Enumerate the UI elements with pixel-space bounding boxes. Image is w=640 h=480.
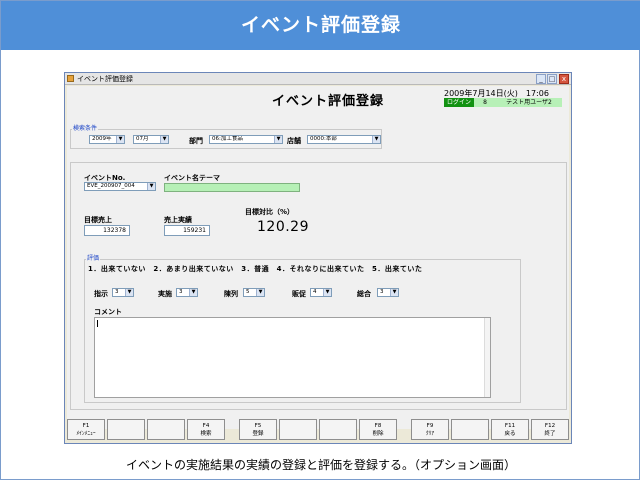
fkey-label: 検索: [200, 431, 212, 437]
chevron-down-icon: ▼: [116, 136, 124, 143]
chevron-down-icon: ▼: [323, 289, 331, 296]
actual-sales-field[interactable]: 159231: [164, 225, 210, 236]
eval-label-overall: 総合: [357, 290, 371, 298]
event-name-label: イベント名テーマ: [164, 174, 220, 182]
chevron-down-icon: ▼: [274, 136, 282, 143]
actual-sales-label: 売上実績: [164, 216, 192, 224]
chevron-down-icon: ▼: [125, 289, 133, 296]
eval-select-promotion[interactable]: 4 ▼: [310, 288, 332, 297]
form-title: イベント評価登録: [272, 94, 385, 109]
evaluation-legend: 評価: [86, 253, 101, 262]
banner-title: イベント評価登録: [1, 1, 640, 50]
comment-scrollbar[interactable]: [484, 318, 490, 397]
store-label: 店舗: [287, 137, 301, 145]
year-select[interactable]: 2009年 ▼: [89, 135, 125, 144]
eval-select-instruction[interactable]: 3 ▼: [112, 288, 134, 297]
fkey-label: 登録: [252, 431, 264, 437]
month-value: 07月: [136, 136, 149, 142]
fkey-f1-main-menu-button[interactable]: F1 ﾒｲﾝﾒﾆｭｰ: [67, 419, 105, 440]
event-no-value: EVE_200907_004: [87, 183, 135, 189]
function-key-bar: F1 ﾒｲﾝﾒﾆｭｰ F4 検索 F5 登録 F8 削除 F9 ｸﾘｱ F11 戻る F12…: [67, 419, 569, 441]
year-value: 2009年: [92, 136, 112, 142]
comment-textarea[interactable]: [94, 317, 491, 398]
eval-value: 5: [246, 289, 250, 295]
fkey-label: 戻る: [504, 431, 516, 437]
event-name-field[interactable]: [164, 183, 300, 192]
eval-value: 3: [179, 289, 183, 295]
login-user: テスト用ユーザ2: [496, 98, 562, 107]
dept-select[interactable]: 06:加工食品 ▼: [209, 135, 283, 144]
login-label: ログイン: [444, 98, 474, 107]
fkey-blank-button[interactable]: [451, 419, 489, 440]
maximize-button[interactable]: □: [547, 74, 557, 84]
fkey-label: 終了: [544, 431, 556, 437]
close-button[interactable]: x: [559, 74, 569, 84]
event-no-select[interactable]: EVE_200907_004 ▼: [84, 182, 156, 191]
eval-value: 4: [313, 289, 317, 295]
target-sales-label: 目標売上: [84, 216, 112, 224]
app-window: イベント評価登録 _ □ x イベント評価登録 2009年7月14日(火) 17…: [64, 72, 572, 444]
text-caret: [97, 320, 98, 327]
ratio-value: 120.29: [257, 219, 309, 235]
fkey-f5-register-button[interactable]: F5 登録: [239, 419, 277, 440]
fkey-code: F11: [504, 423, 516, 429]
evaluation-scale: 1．出来ていない 2．あまり出来ていない 3．普通 4．それなりに出来ていた 5…: [88, 265, 423, 273]
fkey-code: F9: [426, 423, 434, 429]
fkey-label: ﾒｲﾝﾒﾆｭｰ: [76, 431, 96, 437]
chevron-down-icon: ▼: [147, 183, 155, 190]
fkey-f4-search-button[interactable]: F4 検索: [187, 419, 225, 440]
eval-select-overall[interactable]: 3 ▼: [377, 288, 399, 297]
fkey-blank-button[interactable]: [279, 419, 317, 440]
month-select[interactable]: 07月 ▼: [133, 135, 169, 144]
form-body: イベント評価登録 2009年7月14日(火) 17:06 ログイン 8 テスト用…: [67, 86, 569, 429]
comment-label: コメント: [94, 308, 122, 316]
fkey-blank-button[interactable]: [107, 419, 145, 440]
target-sales-field[interactable]: 132378: [84, 225, 130, 236]
eval-select-display[interactable]: 5 ▼: [243, 288, 265, 297]
fkey-blank-button[interactable]: [319, 419, 357, 440]
fkey-code: F4: [202, 423, 210, 429]
dept-label: 部門: [189, 137, 203, 145]
fkey-blank-button[interactable]: [147, 419, 185, 440]
chevron-down-icon: ▼: [372, 136, 380, 143]
eval-label-promotion: 販促: [292, 290, 306, 298]
eval-label-display: 陳列: [224, 290, 238, 298]
eval-value: 3: [115, 289, 119, 295]
app-icon: [67, 75, 74, 82]
store-value: 0000:本部: [310, 136, 337, 142]
fkey-f8-delete-button[interactable]: F8 削除: [359, 419, 397, 440]
fkey-f11-back-button[interactable]: F11 戻る: [491, 419, 529, 440]
fkey-code: F12: [544, 423, 556, 429]
slide-caption: イベントの実施結果の実績の登録と評価を登録する。（オプション画面）: [125, 458, 516, 472]
eval-label-execution: 実施: [158, 290, 172, 298]
store-select[interactable]: 0000:本部 ▼: [307, 135, 381, 144]
fkey-label: 削除: [372, 431, 384, 437]
chevron-down-icon: ▼: [189, 289, 197, 296]
chevron-down-icon: ▼: [390, 289, 398, 296]
window-title: イベント評価登録: [77, 75, 133, 83]
ratio-label: 目標対比（%）: [245, 208, 295, 216]
eval-value: 3: [380, 289, 384, 295]
fkey-f12-exit-button[interactable]: F12 終了: [531, 419, 569, 440]
chevron-down-icon: ▼: [256, 289, 264, 296]
search-legend: 検索条件: [72, 123, 99, 132]
login-id: 8: [474, 98, 496, 107]
window-titlebar[interactable]: イベント評価登録 _ □ x: [65, 73, 571, 85]
fkey-code: F8: [374, 423, 382, 429]
slide: イベント評価登録 イベント評価登録 _ □ x イベント評価登録 2009年7月…: [0, 0, 640, 480]
dept-value: 06:加工食品: [212, 136, 243, 142]
fkey-f9-clear-button[interactable]: F9 ｸﾘｱ: [411, 419, 449, 440]
fkey-code: F5: [254, 423, 262, 429]
eval-label-instruction: 指示: [94, 290, 108, 298]
login-status: ログイン 8 テスト用ユーザ2: [444, 98, 562, 107]
fkey-label: ｸﾘｱ: [425, 431, 435, 437]
eval-select-execution[interactable]: 3 ▼: [176, 288, 198, 297]
minimize-button[interactable]: _: [536, 74, 546, 84]
chevron-down-icon: ▼: [160, 136, 168, 143]
fkey-code: F1: [82, 423, 90, 429]
